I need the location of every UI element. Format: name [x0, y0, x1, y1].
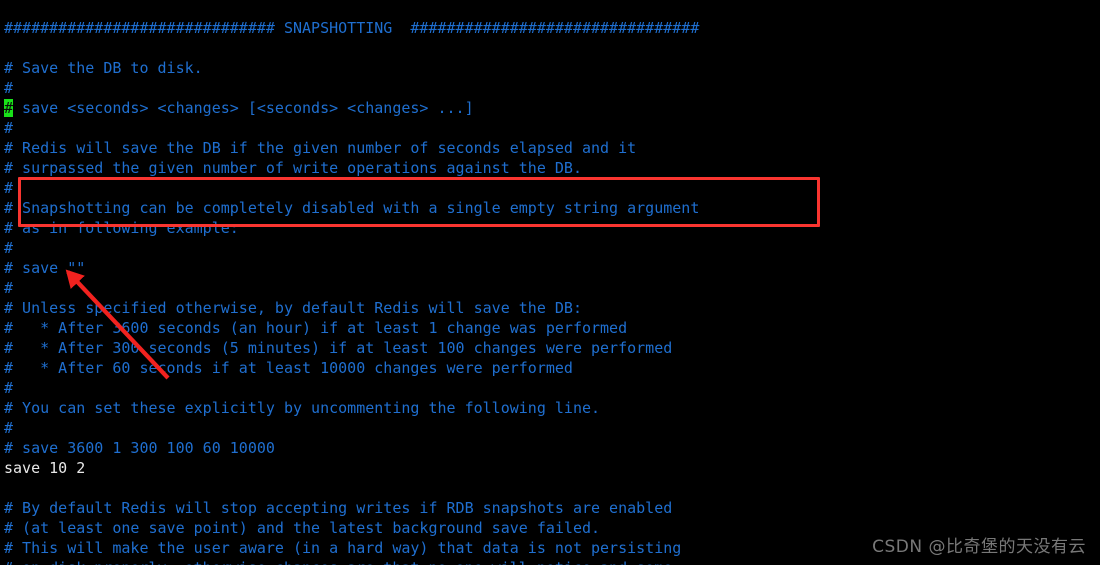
terminal-line: #: [4, 239, 14, 257]
csdn-watermark: CSDN @比奇堡的天没有云: [872, 537, 1086, 557]
terminal-line: # Snapshotting can be completely disable…: [4, 199, 700, 217]
terminal-line: #: [4, 419, 14, 437]
terminal-line: # save "": [4, 259, 86, 277]
terminal-line: # as in following example:: [4, 219, 239, 237]
terminal-line: # Unless specified otherwise, by default…: [4, 299, 582, 317]
terminal-line: #: [4, 119, 14, 137]
terminal-line: #: [4, 379, 14, 397]
terminal-line: #: [4, 79, 14, 97]
terminal-line: # save 3600 1 300 100 60 10000: [4, 439, 275, 457]
terminal-line: # * After 300 seconds (5 minutes) if at …: [4, 339, 673, 357]
terminal-line: # Save the DB to disk.: [4, 59, 203, 77]
terminal-line: #: [4, 179, 14, 197]
terminal-line: # surpassed the given number of write op…: [4, 159, 582, 177]
terminal-text-area[interactable]: ############################## SNAPSHOTT…: [0, 15, 1100, 565]
terminal-cursor: #: [4, 99, 14, 117]
terminal-line: # Redis will save the DB if the given nu…: [4, 139, 637, 157]
terminal-line: #: [4, 279, 14, 297]
terminal-window: ############################## SNAPSHOTT…: [0, 0, 1100, 565]
terminal-line: # By default Redis will stop accepting w…: [4, 499, 673, 517]
terminal-line: # on disk properly, otherwise chances ar…: [4, 558, 1100, 565]
terminal-line: # * After 3600 seconds (an hour) if at l…: [4, 319, 628, 337]
terminal-line: # save <seconds> <changes> [<seconds> <c…: [4, 99, 474, 117]
terminal-line: # * After 60 seconds if at least 10000 c…: [4, 359, 573, 377]
terminal-line: ############################## SNAPSHOTT…: [4, 19, 700, 37]
terminal-line: # You can set these explicitly by uncomm…: [4, 399, 601, 417]
terminal-line: save 10 2: [4, 459, 86, 477]
